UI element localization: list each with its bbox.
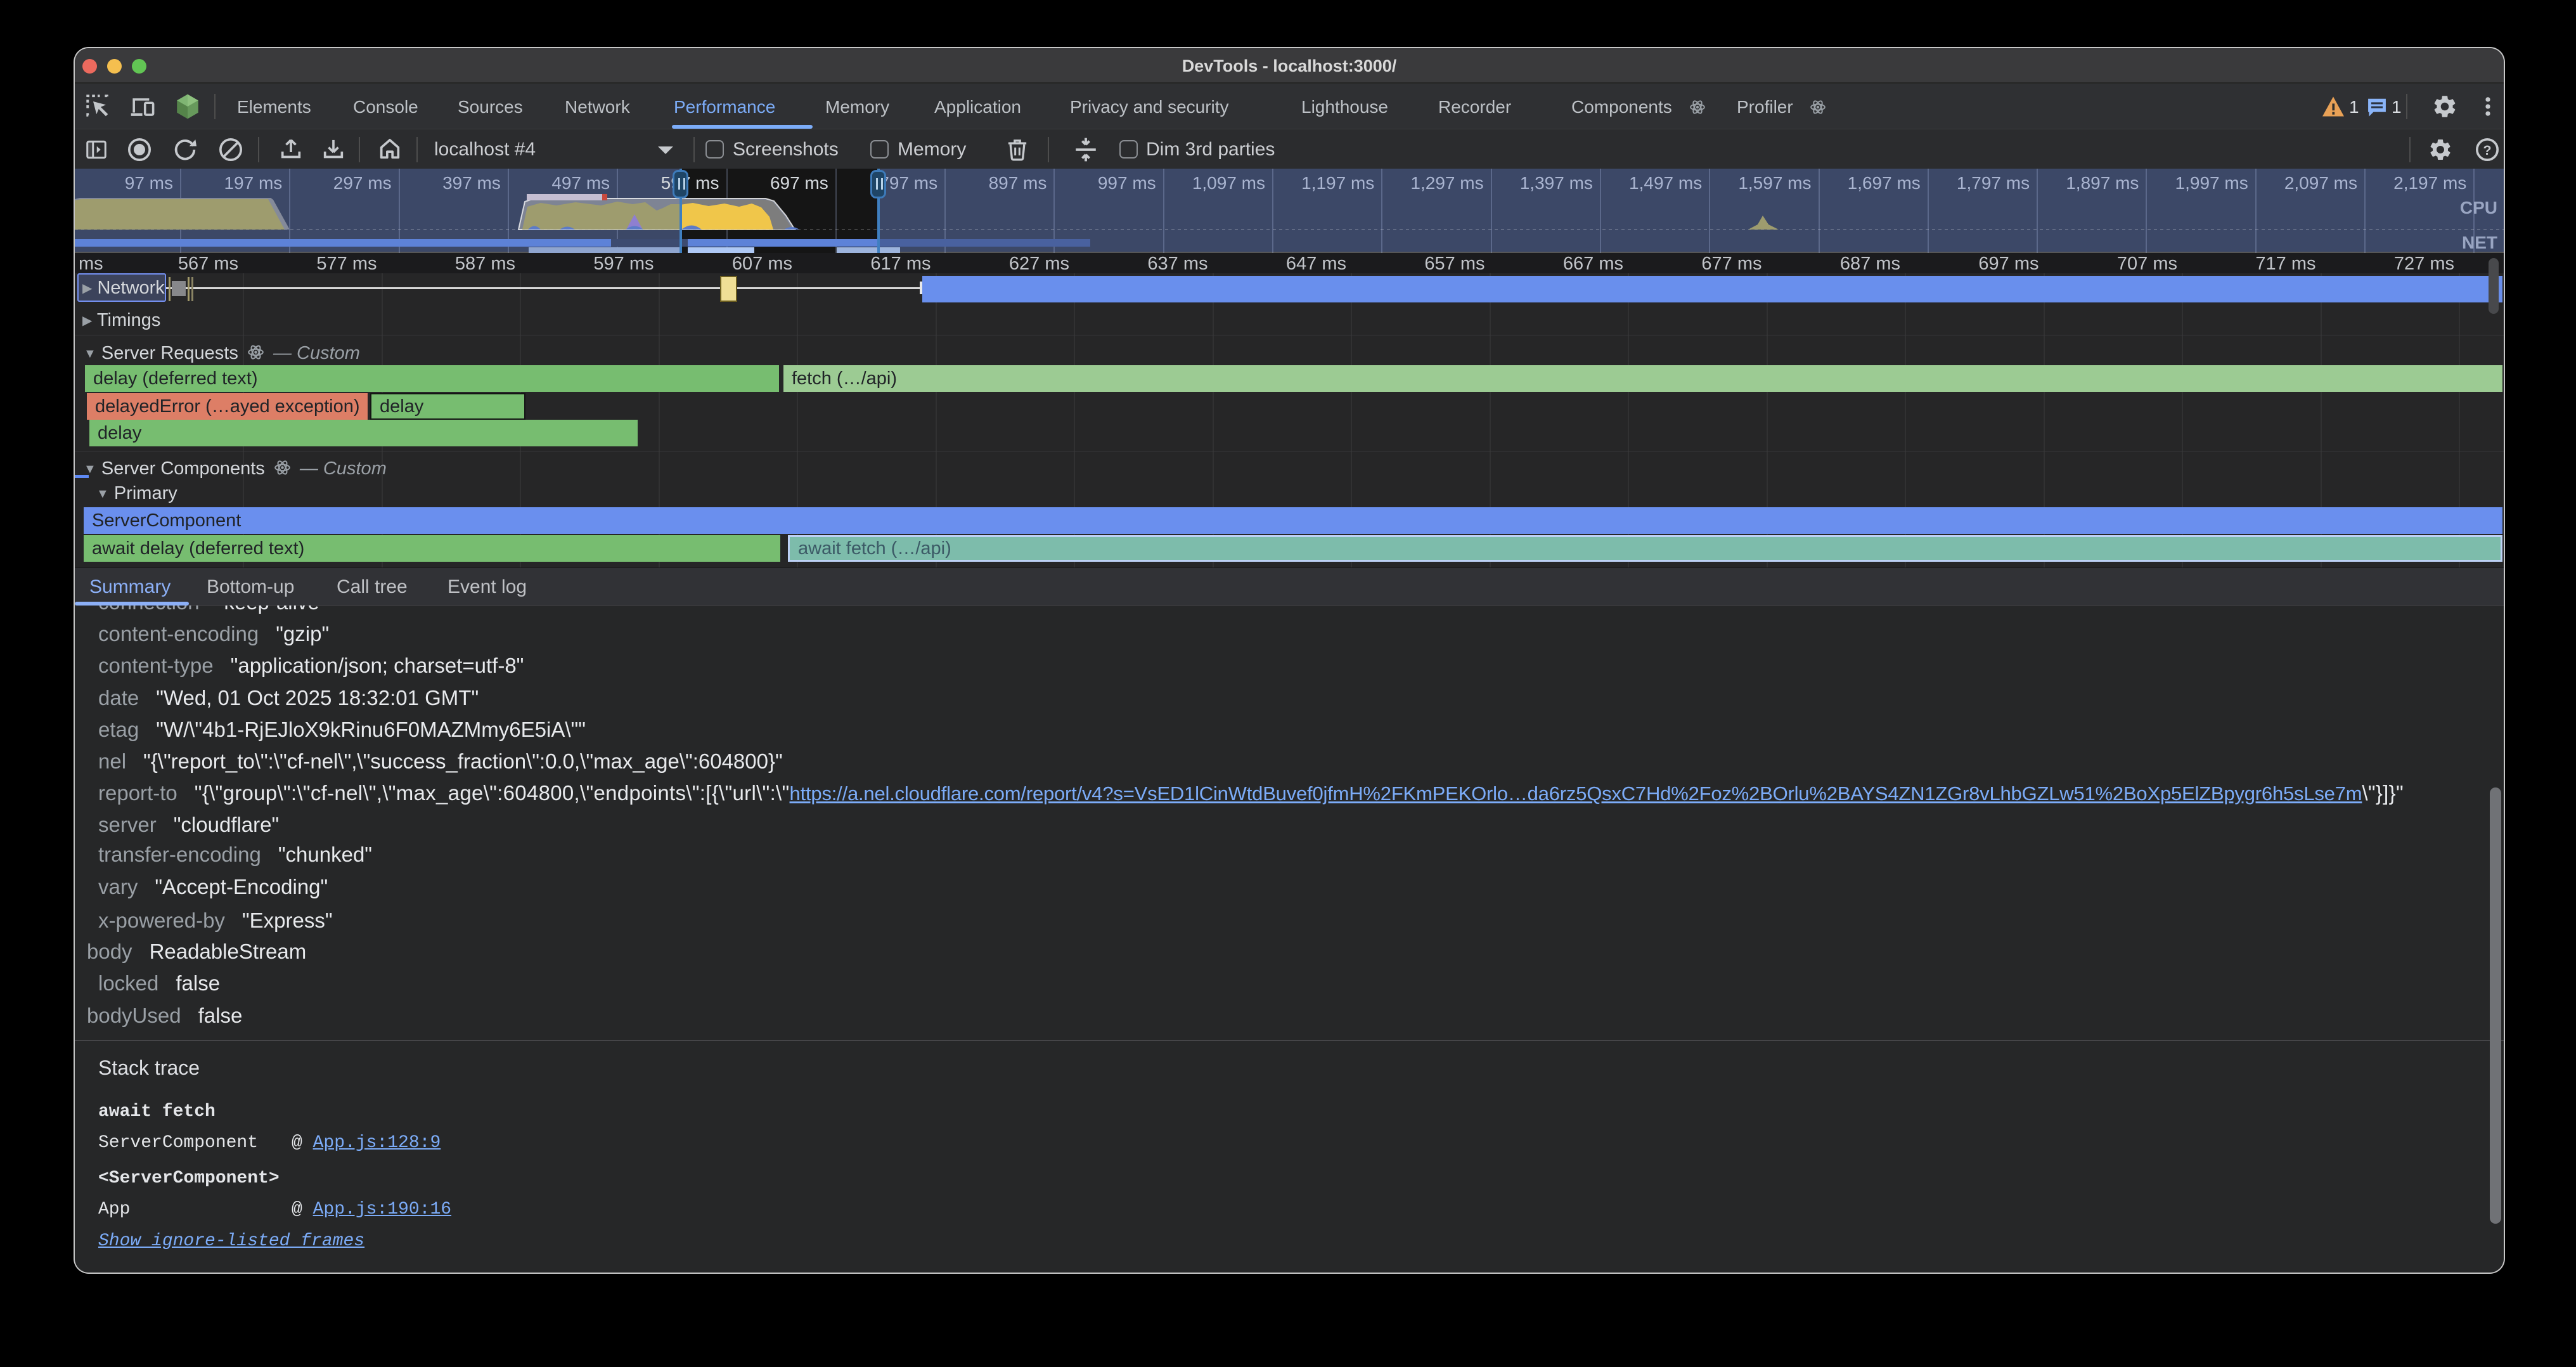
svg-text:?: ? <box>2483 142 2491 158</box>
